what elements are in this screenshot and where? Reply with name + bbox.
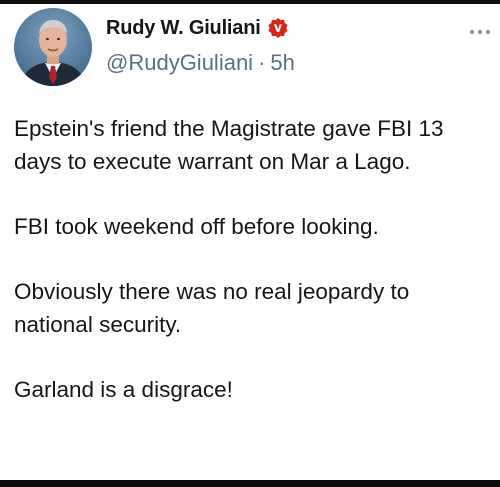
avatar[interactable]: [14, 8, 92, 86]
author-name-row[interactable]: Rudy W. Giuliani: [106, 14, 289, 42]
tweet-paragraph: Epstein's friend the Magistrate gave FBI…: [14, 116, 444, 174]
tweet-card[interactable]: Rudy W. Giuliani @RudyGiuliani · 5h Epstei…: [0, 4, 500, 480]
tweet-paragraph: FBI took weekend off before looking.: [14, 214, 379, 239]
tweet-paragraph: Garland is a disgrace!: [14, 377, 233, 402]
tweet-paragraph: Obviously there was no real jeopardy to …: [14, 279, 410, 337]
author-display-name[interactable]: Rudy W. Giuliani: [106, 17, 261, 40]
verified-badge-icon: [267, 17, 289, 39]
meta-separator: ·: [258, 50, 266, 75]
bottom-border: [0, 480, 500, 487]
more-options-icon[interactable]: [466, 22, 494, 42]
tweet-timestamp[interactable]: 5h: [270, 50, 294, 75]
tweet-text: Epstein's friend the Magistrate gave FBI…: [14, 112, 492, 406]
author-handle[interactable]: @RudyGiuliani: [106, 50, 253, 75]
author-meta-row: @RudyGiuliani · 5h: [106, 50, 295, 76]
